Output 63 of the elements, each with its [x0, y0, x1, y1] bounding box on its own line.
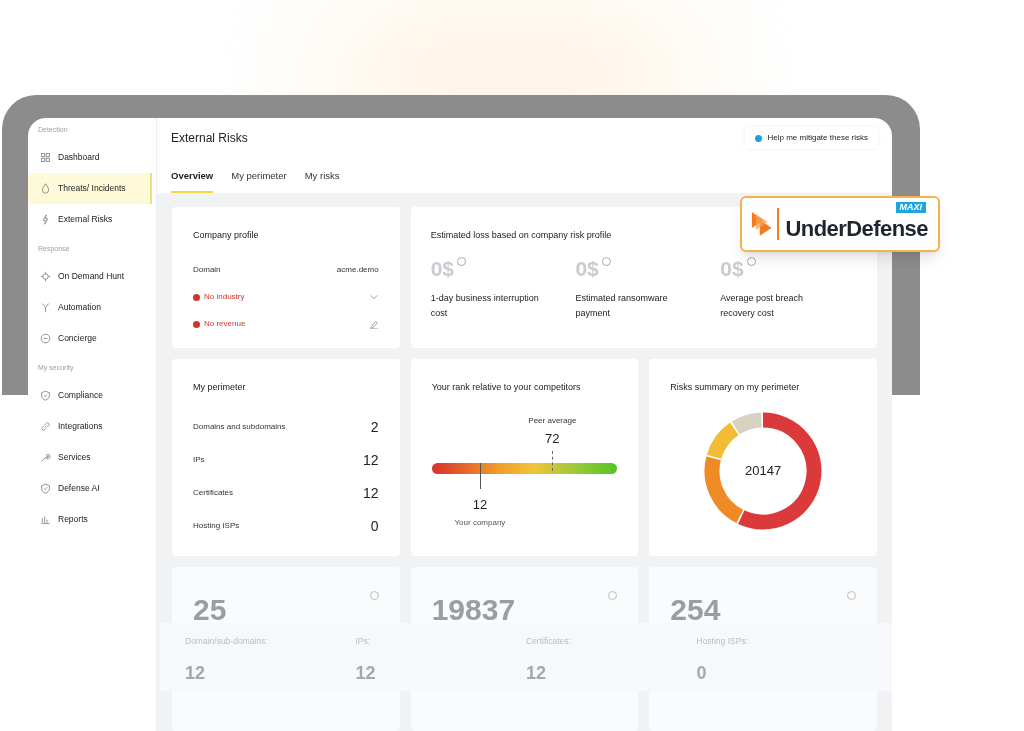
amount-label: Estimated ransomware payment [575, 291, 669, 320]
help-button[interactable]: Help me mitigate these risks [744, 127, 878, 149]
chevron-logo-icon [752, 212, 772, 236]
card-title: Your rank relative to your competitors [431, 381, 582, 394]
logo-text: UnderDefense [785, 216, 928, 242]
sidebar-item[interactable]: Automation [28, 292, 156, 323]
card-title: My perimeter [193, 381, 247, 394]
marker-label: Peer average [528, 414, 577, 427]
metric-label: IPs [193, 454, 205, 466]
total-value: 12 [185, 661, 206, 685]
sidebar-item[interactable]: External Risks [28, 204, 156, 235]
logo-tag: MAXI [895, 202, 926, 213]
bolt-icon [40, 214, 51, 225]
metric-label: Domains and subdomains [193, 421, 286, 433]
bar-chart-icon [40, 514, 51, 525]
fork-icon [40, 302, 51, 313]
field-value: acme.demo [336, 264, 379, 276]
total-value: 20147 [745, 461, 782, 480]
sidebar-item[interactable]: Threats/ Incidents [28, 173, 152, 204]
sidebar-item[interactable]: Dashboard [28, 142, 156, 173]
chat-icon [40, 333, 51, 344]
total-value: 12 [355, 661, 376, 685]
sidebar-item[interactable]: Concierge [28, 323, 156, 354]
total-value: 0 [696, 661, 707, 685]
marker-value: 12 [472, 495, 488, 514]
marker-value: 72 [545, 429, 560, 448]
alert-icon [193, 293, 200, 301]
tab[interactable]: My risks [304, 167, 340, 193]
metric-value: 12 [363, 483, 379, 503]
sidebar-item[interactable]: Defense AI [28, 473, 156, 504]
metric-value: 2 [370, 417, 379, 437]
page-title: External Risks [171, 130, 248, 147]
metric-value: 0 [370, 516, 379, 536]
metric-label: Certificates [193, 487, 233, 499]
crosshair-icon [40, 271, 51, 282]
field-label: Domain [193, 264, 221, 276]
sidebar-item[interactable]: On Demand Hunt [28, 261, 156, 292]
pencil-icon[interactable] [368, 319, 379, 329]
link-icon [40, 421, 51, 432]
card-title: Company profile [193, 229, 260, 242]
card-title: Risks summary on my perimeter [670, 381, 801, 394]
stat-value: 25 [193, 592, 227, 628]
sidebar-item[interactable]: Integrations [28, 411, 156, 442]
shield-icon [40, 483, 51, 494]
total-value: 12 [526, 661, 547, 685]
tab[interactable]: My perimeter [231, 167, 287, 193]
amount-label: Average post breach recovery cost [720, 291, 805, 320]
grid-icon [40, 152, 51, 163]
marker-label: Your company [454, 517, 506, 529]
chevron-down-icon[interactable] [368, 292, 379, 302]
warning-label: No industry [193, 291, 245, 303]
sidebar-item[interactable]: Services [28, 442, 156, 473]
shield-icon [40, 390, 51, 401]
warning-label: No revenue [193, 318, 246, 330]
metric-value: 12 [363, 450, 379, 470]
amount-label: 1-day business interruption cost [430, 291, 540, 320]
stat-value: 254 [670, 592, 721, 628]
card-title: Estimated loss based on company risk profile [430, 229, 613, 242]
sidebar-item[interactable]: Compliance [28, 380, 156, 411]
alert-icon [193, 320, 200, 328]
metric-label: Hosting ISPs [193, 520, 240, 532]
sidebar-item[interactable]: Reports [28, 504, 156, 535]
stat-value: 19837 [431, 592, 516, 628]
